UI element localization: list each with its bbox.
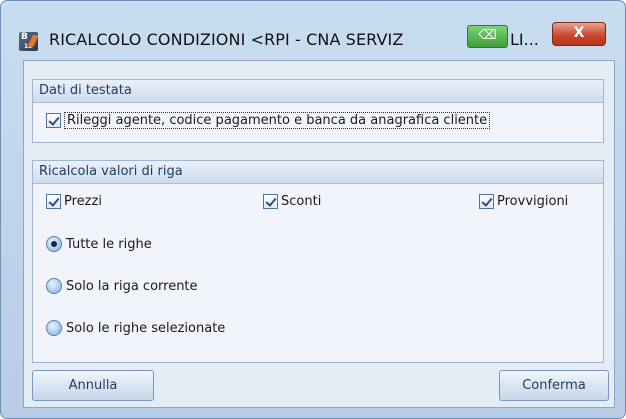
commissions-label: Provvigioni xyxy=(497,194,569,209)
group-title-header: Dati di testata xyxy=(33,80,603,103)
radio-selected-rows-label: Solo le righe selezionate xyxy=(66,320,226,336)
checkmark-icon[interactable] xyxy=(479,194,494,209)
prices-checkbox[interactable]: Prezzi xyxy=(46,194,102,209)
radio-all-rows-label: Tutte le righe xyxy=(66,236,152,252)
app-icon-letter: B xyxy=(21,32,28,42)
radio-unselected-icon[interactable] xyxy=(46,278,62,294)
app-icon: B 15 xyxy=(19,32,38,51)
radio-selected-rows[interactable]: Solo le righe selezionate xyxy=(46,320,225,336)
radio-selected-icon[interactable] xyxy=(46,236,62,252)
window-title: RICALCOLO CONDIZIONI <RPI - CNA SERVIZ xyxy=(49,30,404,49)
group-title-rows: Ricalcola valori di riga xyxy=(33,161,603,184)
dialog-window: B 15 RICALCOLO CONDIZIONI <RPI - CNA SER… xyxy=(0,0,626,419)
discounts-checkbox[interactable]: Sconti xyxy=(263,194,321,209)
radio-current-row[interactable]: Solo la riga corrente xyxy=(46,278,198,294)
header-data-group: Dati di testata Rileggi agente, codice p… xyxy=(32,79,604,143)
cancel-button[interactable]: Annulla xyxy=(32,370,154,401)
confirm-button[interactable]: Conferma xyxy=(499,370,609,401)
commissions-checkbox[interactable]: Provvigioni xyxy=(479,194,568,209)
pin-button[interactable]: ⌫ xyxy=(467,25,508,48)
radio-all-rows[interactable]: Tutte le righe xyxy=(46,236,152,252)
title-bar[interactable]: B 15 RICALCOLO CONDIZIONI <RPI - CNA SER… xyxy=(1,1,625,59)
eraser-icon: ⌫ xyxy=(478,28,497,43)
close-icon: X xyxy=(573,25,585,41)
radio-unselected-icon[interactable] xyxy=(46,320,62,336)
radio-current-row-label: Solo la riga corrente xyxy=(66,278,198,294)
close-button[interactable]: X xyxy=(552,22,606,46)
checkmark-icon[interactable] xyxy=(46,194,61,209)
discounts-label: Sconti xyxy=(281,194,322,209)
reload-agent-checkbox[interactable]: Rileggi agente, codice pagamento e banca… xyxy=(46,112,491,129)
dialog-body: Dati di testata Rileggi agente, codice p… xyxy=(23,60,615,408)
checkmark-icon[interactable] xyxy=(46,113,61,128)
row-values-group: Ricalcola valori di riga Prezzi Sconti P… xyxy=(32,160,604,363)
checkmark-icon[interactable] xyxy=(263,194,278,209)
reload-agent-label: Rileggi agente, codice pagamento e banca… xyxy=(64,112,491,129)
prices-label: Prezzi xyxy=(64,194,102,209)
window-title-tail: LI... xyxy=(510,30,539,49)
